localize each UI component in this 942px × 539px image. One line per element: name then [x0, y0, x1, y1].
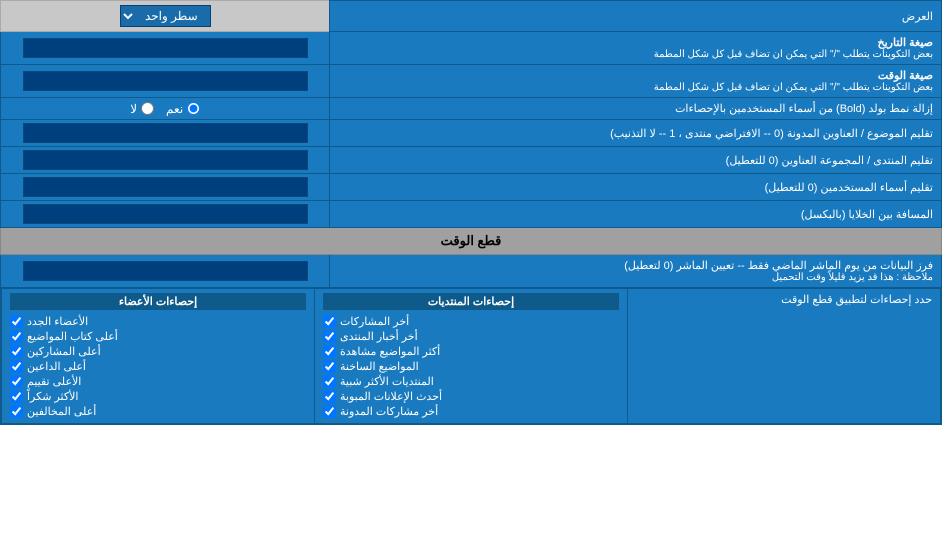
checkbox-forum-5[interactable]	[323, 375, 336, 388]
checkbox-forum-3[interactable]	[323, 345, 336, 358]
usernames-trim-cell: 0	[1, 174, 330, 201]
forum-stats-header: إحصاءات المنتديات	[323, 293, 619, 310]
forum-addresses-cell: 33	[1, 147, 330, 174]
bold-no-radio[interactable]	[141, 102, 154, 115]
cutoff-label: فرز البيانات من يوم الماشر الماضي فقط --…	[330, 255, 942, 288]
display-select-cell: سطر واحد	[1, 1, 330, 32]
usernames-trim-label: تقليم أسماء المستخدمين (0 للتعطيل)	[330, 174, 942, 201]
bold-remove-label: إزالة نمط بولد (Bold) من أسماء المستخدمي…	[330, 98, 942, 120]
cells-distance-input[interactable]: 2	[23, 204, 308, 224]
stats-apply-label: حدد إحصاءات لتطبيق قطع الوقت	[628, 289, 941, 424]
stat-member-7: أعلى المخالفين	[10, 404, 306, 419]
display-select[interactable]: سطر واحد	[120, 5, 211, 27]
date-format-input[interactable]: d-m	[23, 38, 308, 58]
cutoff-cell: 0	[1, 255, 330, 288]
stat-member-1: الأعضاء الجدد	[10, 314, 306, 329]
topics-addresses-input[interactable]: 33	[23, 123, 308, 143]
checkbox-member-4[interactable]	[10, 360, 23, 373]
checkbox-forum-1[interactable]	[323, 315, 336, 328]
stat-member-6: الأكثر شكراً	[10, 389, 306, 404]
stat-forum-1: أخر المشاركات	[323, 314, 619, 329]
member-stats-header: إحصاءات الأعضاء	[10, 293, 306, 310]
checkbox-member-6[interactable]	[10, 390, 23, 403]
cells-distance-label: المسافة بين الخلايا (بالبكسل)	[330, 201, 942, 228]
bold-no-label[interactable]: لا	[130, 102, 154, 116]
stat-forum-6: أحدث الإعلانات المبوبة	[323, 389, 619, 404]
bold-remove-cell: نعم لا	[1, 98, 330, 120]
cutoff-input[interactable]: 0	[23, 261, 308, 281]
bold-yes-label[interactable]: نعم	[166, 102, 200, 116]
checkbox-member-1[interactable]	[10, 315, 23, 328]
checkbox-member-2[interactable]	[10, 330, 23, 343]
stat-member-4: أعلى الداعين	[10, 359, 306, 374]
stat-forum-2: أخر أخبار المنتدى	[323, 329, 619, 344]
display-text: العرض	[902, 11, 933, 23]
time-format-label: صيغة الوقت بعض التكوينات يتطلب "/" التي …	[330, 65, 942, 98]
bold-yes-radio[interactable]	[187, 102, 200, 115]
stat-member-2: أعلى كتاب المواضيع	[10, 329, 306, 344]
stats-forum-col: إحصاءات المنتديات أخر المشاركات أخر أخبا…	[315, 289, 628, 424]
time-format-cell: H:i	[1, 65, 330, 98]
stat-forum-3: أكثر المواضيع مشاهدة	[323, 344, 619, 359]
checkbox-member-3[interactable]	[10, 345, 23, 358]
time-format-input[interactable]: H:i	[23, 71, 308, 91]
forum-addresses-input[interactable]: 33	[23, 150, 308, 170]
display-label: العرض	[330, 1, 942, 32]
topics-addresses-label: تقليم الموضوع / العناوين المدونة (0 -- ا…	[330, 120, 942, 147]
checkbox-forum-4[interactable]	[323, 360, 336, 373]
date-format-label: صيغة التاريخ بعض التكوينات يتطلب "/" الت…	[330, 32, 942, 65]
topics-addresses-cell: 33	[1, 120, 330, 147]
stats-member-col: إحصاءات الأعضاء الأعضاء الجدد أعلى كتاب …	[2, 289, 315, 424]
checkbox-member-5[interactable]	[10, 375, 23, 388]
checkbox-forum-6[interactable]	[323, 390, 336, 403]
forum-addresses-label: تقليم المنتدى / المجموعة العناوين (0 للت…	[330, 147, 942, 174]
stat-forum-4: المواضيع الساخنة	[323, 359, 619, 374]
stat-member-5: الأعلى تقييم	[10, 374, 306, 389]
checkbox-forum-2[interactable]	[323, 330, 336, 343]
cutoff-header: قطع الوقت	[1, 228, 942, 255]
checkbox-member-7[interactable]	[10, 405, 23, 418]
cells-distance-cell: 2	[1, 201, 330, 228]
stat-forum-5: المنتديات الأكثر شبية	[323, 374, 619, 389]
stat-member-3: أعلى المشاركين	[10, 344, 306, 359]
stats-section: حدد إحصاءات لتطبيق قطع الوقت إحصاءات الم…	[1, 288, 942, 425]
usernames-trim-input[interactable]: 0	[23, 177, 308, 197]
date-format-cell: d-m	[1, 32, 330, 65]
checkbox-forum-7[interactable]	[323, 405, 336, 418]
stat-forum-7: أخر مشاركات المدونة	[323, 404, 619, 419]
